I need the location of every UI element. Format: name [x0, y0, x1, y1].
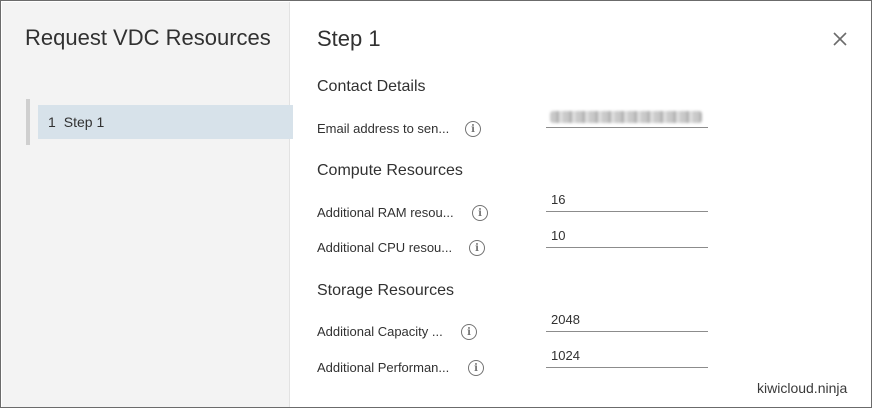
capacity-label: Additional Capacity ...: [317, 324, 443, 339]
info-icon[interactable]: i: [469, 240, 485, 256]
wizard-steps: 1 Step 1: [26, 99, 293, 145]
watermark-text: kiwicloud.ninja: [757, 380, 848, 396]
blurred-email-value: [550, 111, 702, 123]
info-icon[interactable]: i: [468, 360, 484, 376]
performance-label: Additional Performan...: [317, 360, 450, 375]
cpu-field[interactable]: [546, 224, 708, 248]
capacity-field[interactable]: [546, 308, 708, 332]
section-title-storage: Storage Resources: [317, 282, 454, 299]
section-title-contact: Contact Details: [317, 78, 426, 95]
wizard-title: Request VDC Resources: [25, 25, 271, 50]
step-number: 1: [48, 114, 56, 130]
ram-field[interactable]: [546, 188, 708, 212]
close-button[interactable]: [827, 26, 853, 52]
close-icon: [833, 32, 847, 46]
step-label: Step 1: [63, 114, 105, 130]
info-icon[interactable]: i: [461, 324, 477, 340]
wizard-sidebar: [2, 2, 290, 407]
page-title: Step 1: [317, 26, 381, 51]
info-icon[interactable]: i: [465, 121, 481, 137]
email-label: Email address to sen...: [317, 121, 450, 136]
request-vdc-dialog: Request VDC Resources 1 Step 1 Step 1 Co…: [0, 0, 872, 408]
info-icon[interactable]: i: [472, 205, 488, 221]
section-title-compute: Compute Resources: [317, 162, 463, 179]
ram-label: Additional RAM resou...: [317, 205, 454, 220]
performance-field[interactable]: [546, 344, 708, 368]
step-item-1[interactable]: 1 Step 1: [38, 105, 293, 139]
cpu-label: Additional CPU resou...: [317, 240, 453, 255]
